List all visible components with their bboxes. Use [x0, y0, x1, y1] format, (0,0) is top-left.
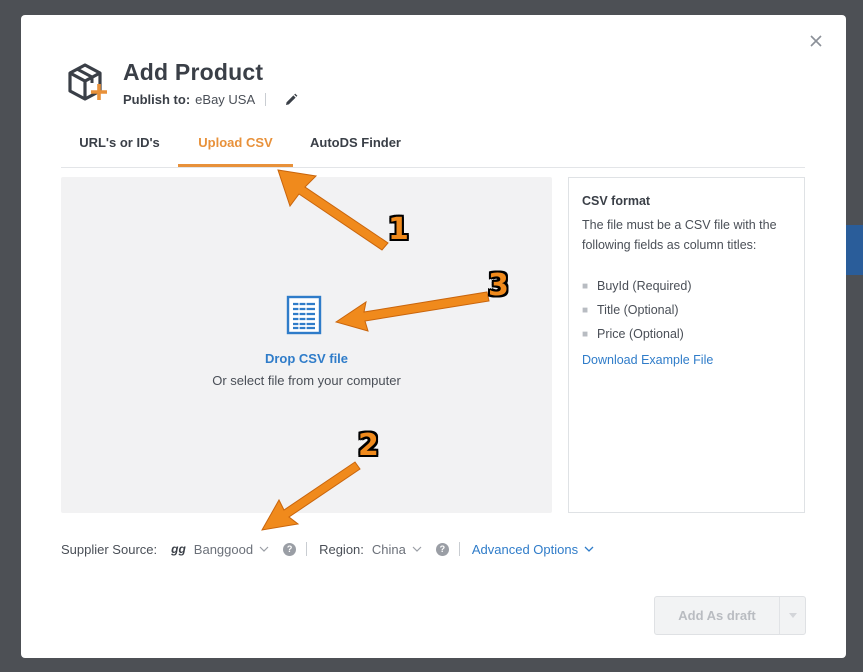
chevron-down-icon: [584, 546, 594, 552]
supplier-help-icon[interactable]: ?: [283, 542, 297, 556]
supplier-label: Supplier Source:: [61, 541, 158, 557]
supplier-select[interactable]: Banggood: [194, 542, 269, 557]
chevron-down-icon: [412, 546, 422, 552]
region-value: China: [371, 541, 406, 557]
divider: [265, 93, 267, 106]
import-options-bar: Supplier Source: gg Banggood ? Region: C…: [61, 539, 594, 559]
csv-format-description: The file must be a CSV file with the fol…: [582, 218, 777, 252]
field-label: Title (Optional): [597, 303, 679, 317]
add-as-draft-button[interactable]: Add As draft: [655, 608, 779, 623]
download-example-link[interactable]: Download Example File: [582, 353, 713, 367]
publish-value: eBay USA: [195, 92, 256, 107]
dropzone-title[interactable]: Drop CSV file: [61, 351, 552, 366]
close-icon: [810, 35, 822, 47]
tab-autods-finder[interactable]: AutoDS Finder: [297, 129, 414, 165]
csv-field-list: ■ BuyId (Required) ■ Title (Optional) ■ Pri…: [582, 277, 692, 349]
bullet-icon: ■: [582, 329, 589, 340]
list-item: ■ Title (Optional): [582, 301, 692, 325]
product-box-icon: [66, 61, 110, 103]
publish-target: Publish to: eBay USA: [123, 92, 298, 107]
annotation-label-2: 2: [358, 428, 379, 463]
annotation-label-1: 1: [388, 212, 409, 247]
csv-file-icon: [286, 295, 322, 335]
backdrop-right-panel: [846, 225, 863, 275]
banggood-logo-icon: gg: [171, 542, 186, 556]
tab-urls-ids[interactable]: URL's or ID's: [61, 129, 178, 165]
region-help-icon[interactable]: ?: [435, 542, 449, 556]
advanced-options-label: Advanced Options: [471, 541, 579, 557]
edit-publish-button[interactable]: [284, 93, 298, 107]
csv-format-title: CSV format: [582, 194, 651, 208]
tab-bar: URL's or ID's Upload CSV AutoDS Finder: [61, 129, 805, 168]
csv-dropzone[interactable]: Drop CSV file Or select file from your c…: [61, 177, 552, 513]
chevron-down-icon: [259, 546, 269, 552]
caret-down-icon: [788, 612, 797, 618]
supplier-value: Banggood: [193, 541, 254, 557]
advanced-options-toggle[interactable]: Advanced Options: [472, 542, 594, 557]
modal-title: Add Product: [123, 59, 264, 85]
publish-label: Publish to:: [123, 92, 191, 107]
region-label: Region:: [319, 541, 364, 557]
list-item: ■ BuyId (Required): [582, 277, 692, 301]
divider: [306, 542, 308, 556]
close-button[interactable]: [808, 33, 824, 49]
csv-format-panel: CSV format The file must be a CSV file w…: [568, 177, 805, 513]
bullet-icon: ■: [582, 305, 589, 316]
divider: [458, 542, 460, 556]
annotation-label-3: 3: [488, 268, 509, 303]
add-product-modal: Add Product Publish to: eBay USA URL's o…: [21, 15, 846, 658]
tab-upload-csv[interactable]: Upload CSV: [178, 129, 293, 167]
region-select[interactable]: China: [372, 542, 422, 557]
dropzone-subtitle: Or select file from your computer: [212, 373, 401, 388]
draft-options-dropdown[interactable]: [780, 612, 805, 619]
bullet-icon: ■: [582, 281, 589, 292]
pencil-icon: [286, 93, 298, 105]
field-label: Price (Optional): [597, 327, 684, 341]
list-item: ■ Price (Optional): [582, 325, 692, 349]
field-label: BuyId (Required): [597, 279, 692, 293]
add-as-draft-button-group: Add As draft: [654, 596, 806, 635]
